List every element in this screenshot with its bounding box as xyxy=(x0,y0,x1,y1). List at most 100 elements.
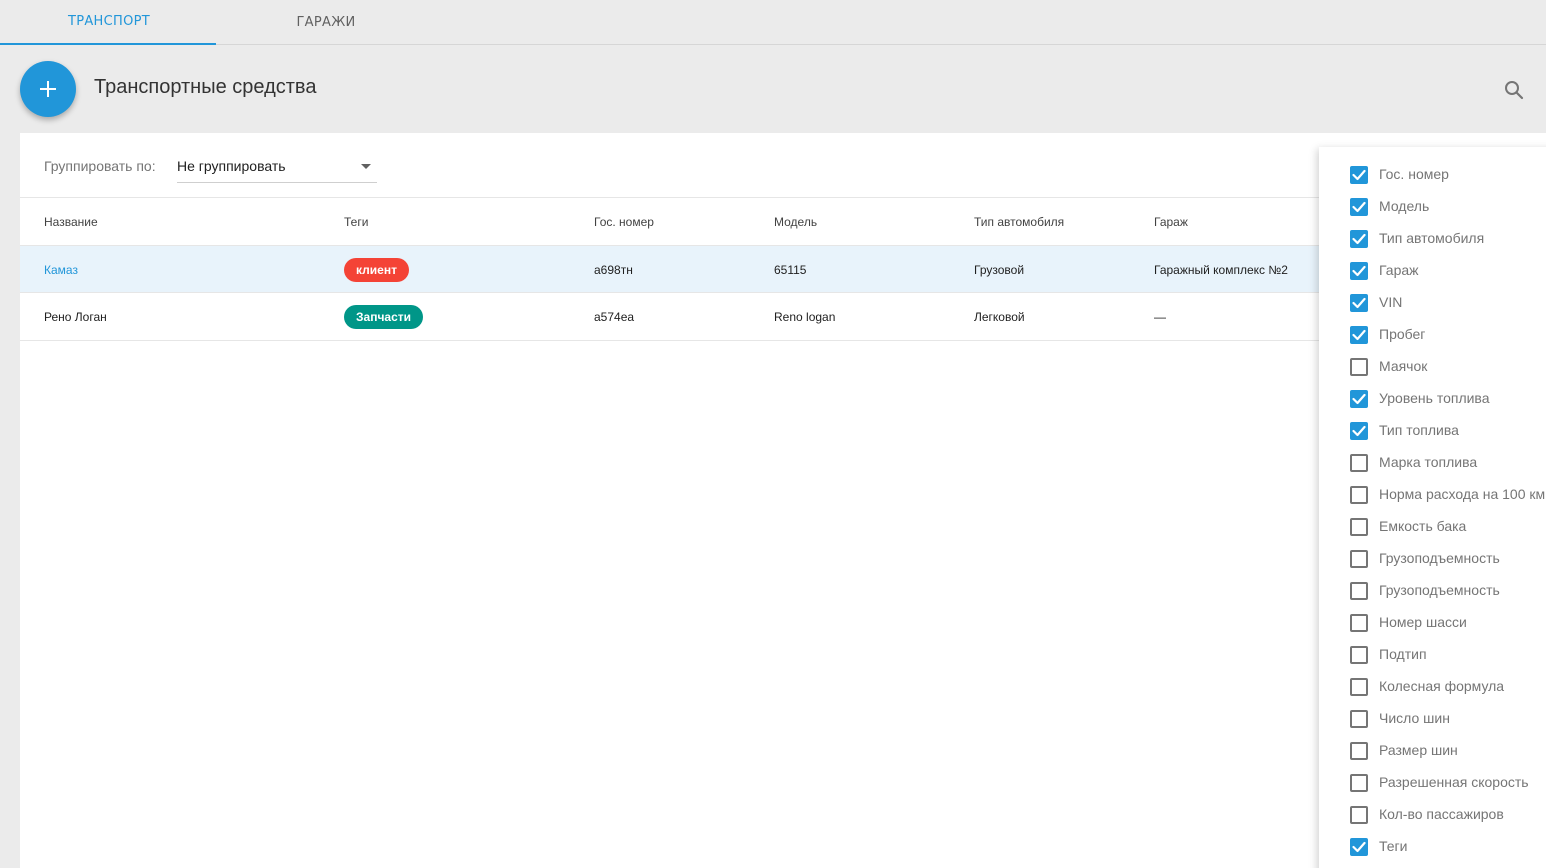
garage-cell: Гаражный комплекс №2 xyxy=(1154,263,1288,277)
checkbox-unchecked-icon[interactable] xyxy=(1350,454,1368,472)
checkbox-unchecked-icon[interactable] xyxy=(1350,678,1368,696)
plate-cell: а574еа xyxy=(594,310,635,324)
checkbox-checked-icon[interactable] xyxy=(1350,838,1368,856)
vehicles-card: Группировать по: Не группировать Названи… xyxy=(20,133,1546,868)
column-visibility-menu: Гос. номер Модель Тип автомобиля Гараж VIN Пр… xyxy=(1319,147,1546,868)
group-by-select[interactable]: Не группировать xyxy=(177,151,377,183)
checkbox-checked-icon[interactable] xyxy=(1350,294,1368,312)
column-toggle-item[interactable]: Кол-во пассажиров xyxy=(1319,799,1546,831)
chevron-down-icon xyxy=(361,164,371,169)
column-toggle-label: Гараж xyxy=(1379,262,1419,278)
tab-bar: ТРАНСПОРТ ГАРАЖИ xyxy=(0,0,1546,45)
checkbox-unchecked-icon[interactable] xyxy=(1350,614,1368,632)
vehicle-type-cell: Легковой xyxy=(974,310,1025,324)
checkbox-unchecked-icon[interactable] xyxy=(1350,358,1368,376)
column-header-vehicle-type[interactable]: Тип автомобиля xyxy=(974,215,1064,229)
plus-icon-stroke xyxy=(47,81,49,97)
column-header-plate[interactable]: Гос. номер xyxy=(594,215,654,229)
column-toggle-item[interactable]: Число шин xyxy=(1319,703,1546,735)
column-toggle-label: VIN xyxy=(1379,294,1403,310)
checkbox-unchecked-icon[interactable] xyxy=(1350,550,1368,568)
column-toggle-label: Грузоподъемность xyxy=(1379,582,1500,598)
column-toggle-label: Размер шин xyxy=(1379,742,1458,758)
garage-cell: — xyxy=(1154,310,1166,324)
add-vehicle-button[interactable] xyxy=(20,61,76,117)
checkbox-checked-icon[interactable] xyxy=(1350,326,1368,344)
checkbox-unchecked-icon[interactable] xyxy=(1350,774,1368,792)
column-toggle-item[interactable]: Маячок xyxy=(1319,351,1546,383)
checkbox-unchecked-icon[interactable] xyxy=(1350,646,1368,664)
vehicle-type-cell: Грузовой xyxy=(974,263,1025,277)
tab-garages[interactable]: ГАРАЖИ xyxy=(216,0,436,45)
tag-badge: Запчасти xyxy=(344,305,424,329)
column-toggle-label: Номер шасси xyxy=(1379,614,1467,630)
column-header-model[interactable]: Модель xyxy=(774,215,817,229)
column-toggle-item[interactable]: Разрешенная скорость xyxy=(1319,767,1546,799)
column-header-garage[interactable]: Гараж xyxy=(1154,215,1188,229)
group-by-value: Не группировать xyxy=(177,158,286,174)
column-toggle-label: Тип топлива xyxy=(1379,422,1459,438)
checkbox-checked-icon[interactable] xyxy=(1350,166,1368,184)
column-toggle-item[interactable]: Номер шасси xyxy=(1319,607,1546,639)
checkbox-unchecked-icon[interactable] xyxy=(1350,742,1368,760)
column-toggle-item[interactable]: Колесная формула xyxy=(1319,671,1546,703)
column-toggle-label: Разрешенная скорость xyxy=(1379,774,1529,790)
column-toggle-label: Уровень топлива xyxy=(1379,390,1490,406)
column-toggle-label: Норма расхода на 100 км xyxy=(1379,486,1546,502)
model-cell: Reno logan xyxy=(774,310,836,324)
column-toggle-label: Марка топлива xyxy=(1379,454,1478,470)
checkbox-unchecked-icon[interactable] xyxy=(1350,518,1368,536)
column-toggle-label: Число шин xyxy=(1379,710,1450,726)
column-toggle-item[interactable]: Теги xyxy=(1319,831,1546,863)
column-toggle-item[interactable]: Модель xyxy=(1319,191,1546,223)
plate-cell: а698тн xyxy=(594,263,633,277)
column-toggle-item[interactable]: Подтип xyxy=(1319,639,1546,671)
column-header-tags[interactable]: Теги xyxy=(344,215,368,229)
column-toggle-label: Подтип xyxy=(1379,646,1427,662)
checkbox-checked-icon[interactable] xyxy=(1350,198,1368,216)
column-toggle-item[interactable]: Норма расхода на 100 км xyxy=(1319,479,1546,511)
column-toggle-item[interactable]: Грузоподъемность xyxy=(1319,575,1546,607)
column-toggle-label: Маячок xyxy=(1379,358,1428,374)
vehicle-name-link[interactable]: Рено Логан xyxy=(44,310,107,324)
column-toggle-label: Пробег xyxy=(1379,326,1426,342)
group-by-label: Группировать по: xyxy=(44,158,156,174)
model-cell: 65115 xyxy=(774,263,807,277)
column-toggle-label: Грузоподъемность xyxy=(1379,550,1500,566)
column-toggle-item[interactable]: Тип топлива xyxy=(1319,415,1546,447)
checkbox-checked-icon[interactable] xyxy=(1350,230,1368,248)
column-toggle-item[interactable]: Пробег xyxy=(1319,319,1546,351)
checkbox-checked-icon[interactable] xyxy=(1350,262,1368,280)
column-toggle-item[interactable]: Гараж xyxy=(1319,255,1546,287)
table-header: Название Теги Гос. номер Модель Тип авто… xyxy=(20,198,1320,245)
column-toggle-item[interactable]: Емкость бака xyxy=(1319,511,1546,543)
checkbox-unchecked-icon[interactable] xyxy=(1350,806,1368,824)
column-toggle-label: Гос. номер xyxy=(1379,166,1449,182)
table-row[interactable]: Рено Логан Запчасти а574еа Reno logan Ле… xyxy=(20,293,1320,341)
column-toggle-item[interactable]: Грузоподъемность xyxy=(1319,543,1546,575)
search-icon[interactable] xyxy=(1502,78,1526,102)
checkbox-unchecked-icon[interactable] xyxy=(1350,486,1368,504)
column-toggle-label: Теги xyxy=(1379,838,1408,854)
column-toggle-label: Емкость бака xyxy=(1379,518,1467,534)
column-toggle-item[interactable]: VIN xyxy=(1319,287,1546,319)
checkbox-checked-icon[interactable] xyxy=(1350,422,1368,440)
tab-transport[interactable]: ТРАНСПОРТ xyxy=(0,0,216,45)
column-toggle-item[interactable]: Гос. номер xyxy=(1319,159,1546,191)
column-toggle-item[interactable]: Уровень топлива xyxy=(1319,383,1546,415)
table-row[interactable]: Камаз клиент а698тн 65115 Грузовой Гараж… xyxy=(20,245,1320,293)
column-toggle-label: Колесная формула xyxy=(1379,678,1505,694)
page-title: Транспортные средства xyxy=(94,76,317,98)
column-header-name[interactable]: Название xyxy=(44,215,98,229)
column-toggle-item[interactable]: Тип автомобиля xyxy=(1319,223,1546,255)
column-toggle-item[interactable]: Размер шин xyxy=(1319,735,1546,767)
column-toggle-label: Тип автомобиля xyxy=(1379,230,1485,246)
column-toggle-label: Модель xyxy=(1379,198,1430,214)
checkbox-unchecked-icon[interactable] xyxy=(1350,710,1368,728)
checkbox-unchecked-icon[interactable] xyxy=(1350,582,1368,600)
tag-badge: клиент xyxy=(344,258,409,282)
vehicle-name-link[interactable]: Камаз xyxy=(44,263,78,277)
checkbox-checked-icon[interactable] xyxy=(1350,390,1368,408)
column-toggle-label: Кол-во пассажиров xyxy=(1379,806,1504,822)
column-toggle-item[interactable]: Марка топлива xyxy=(1319,447,1546,479)
